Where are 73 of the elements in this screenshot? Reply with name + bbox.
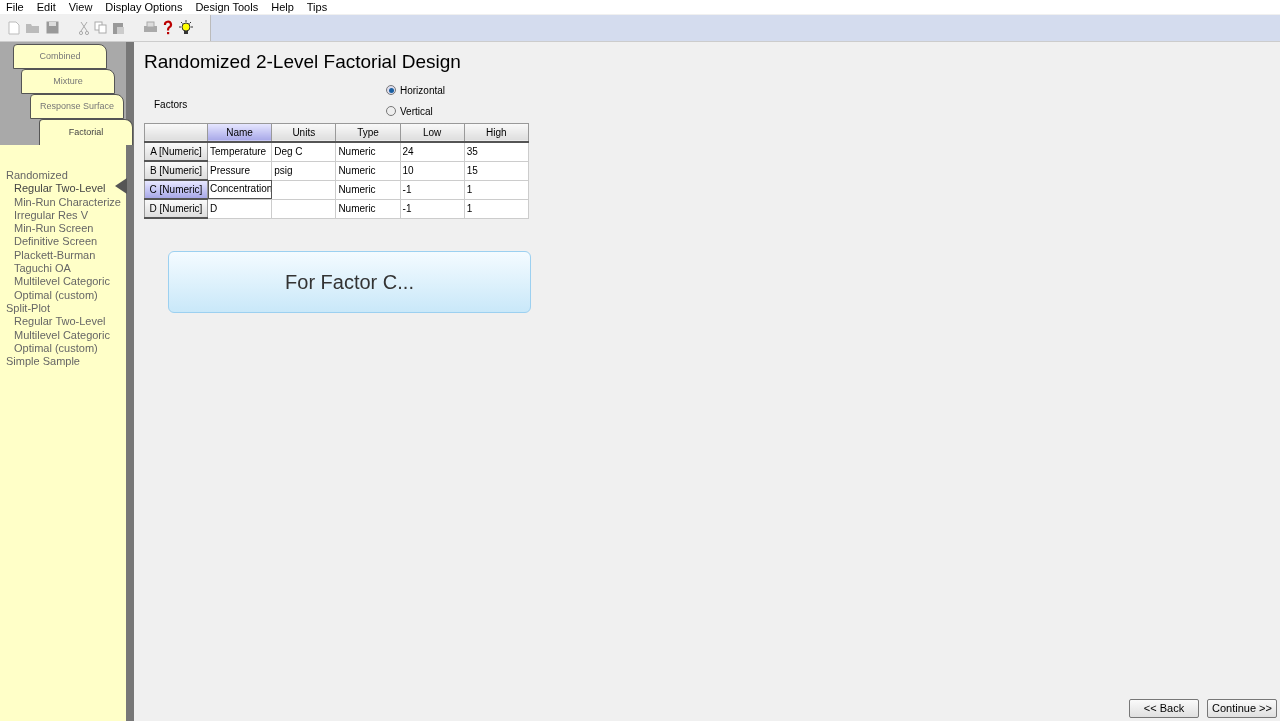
column-header[interactable]: Low	[400, 123, 465, 142]
tree-item[interactable]: Randomized	[0, 169, 126, 183]
table-cell: D	[207, 199, 272, 218]
sidebar-tab[interactable]: Factorial	[39, 119, 133, 145]
table-cell: 10	[400, 161, 465, 180]
tree-item[interactable]: Taguchi OA	[0, 262, 126, 276]
tree-item[interactable]: Min-Run Screen	[0, 222, 126, 236]
tree-item[interactable]: Regular Two-Level	[0, 182, 126, 196]
page-title: Randomized 2-Level Factorial Design	[144, 50, 462, 74]
sidebar-tab[interactable]: Mixture	[21, 69, 115, 94]
table-cell	[271, 180, 336, 199]
menu-item[interactable]: Tips	[306, 0, 328, 16]
column-header[interactable]: Name	[207, 123, 272, 142]
table-cell: Temperature	[207, 142, 272, 161]
table-cell: Pressure	[207, 161, 272, 180]
tree-item[interactable]: Simple Sample	[0, 355, 126, 369]
table-cell: Numeric	[335, 180, 401, 199]
tree-item[interactable]: Multilevel Categoric	[0, 275, 126, 289]
copy-icon[interactable]	[94, 21, 107, 34]
table-cell: 1	[464, 199, 529, 218]
radio-button[interactable]	[386, 106, 396, 116]
tree-item[interactable]: Regular Two-Level	[0, 315, 126, 329]
tree-item[interactable]: Min-Run Characterize	[0, 195, 126, 209]
text-input-field[interactable]: Concentration	[207, 180, 272, 199]
nav-button[interactable]: Continue >>	[1207, 699, 1277, 718]
sidebar-tab[interactable]: Response Surface	[30, 94, 124, 119]
radio-label: Vertical	[400, 104, 433, 119]
sidebar-tab[interactable]: Combined	[13, 44, 107, 69]
tree-item[interactable]: Plackett-Burman	[0, 248, 126, 263]
table-cell: -1	[400, 199, 465, 218]
table-cell	[271, 199, 336, 218]
table-cell: 24	[400, 142, 465, 161]
tree-item[interactable]: Multilevel Categoric	[0, 328, 126, 342]
help-icon[interactable]	[163, 20, 173, 35]
menu-item[interactable]: View	[68, 0, 93, 16]
scissors-icon[interactable]	[79, 20, 89, 35]
radio-option[interactable]: Horizontal	[386, 82, 446, 98]
column-header[interactable]: Units	[271, 123, 336, 142]
menu-item[interactable]: Display Options	[105, 0, 183, 16]
nav-button[interactable]: << Back	[1129, 699, 1199, 718]
table-cell: Numeric	[335, 161, 401, 180]
radio-label: Horizontal	[400, 83, 446, 98]
printer-icon[interactable]	[143, 21, 158, 34]
table-cell: 35	[464, 142, 529, 161]
table-cell: -1	[400, 180, 465, 199]
radio-button[interactable]	[386, 85, 396, 95]
save-icon[interactable]	[46, 21, 59, 34]
table-corner	[144, 123, 208, 142]
lightbulb-icon[interactable]	[178, 19, 194, 36]
clipboard-icon[interactable]	[112, 20, 125, 35]
table-cell: psig	[271, 161, 336, 180]
column-header[interactable]: Type	[335, 123, 401, 142]
table-cell: Numeric	[335, 199, 401, 218]
folder-icon[interactable]	[25, 21, 41, 34]
selection-pointer-icon	[115, 178, 127, 195]
tree-item[interactable]: Optimal (custom)	[0, 288, 126, 302]
tree-item[interactable]: Split-Plot	[0, 301, 126, 316]
menu-item[interactable]: File	[6, 0, 24, 16]
table-cell: Deg C	[271, 142, 336, 161]
table-cell: 1	[464, 180, 529, 199]
menu-item[interactable]: Design Tools	[195, 0, 259, 16]
column-header[interactable]: High	[464, 123, 529, 142]
new-document-icon[interactable]	[8, 20, 20, 35]
tree-item[interactable]: Definitive Screen	[0, 235, 126, 249]
radio-option[interactable]: Vertical	[386, 103, 446, 119]
tree-item[interactable]: Irregular Res V	[0, 208, 126, 223]
table-cell: Numeric	[335, 142, 401, 161]
factors-label: Factors	[154, 97, 189, 112]
menu-item[interactable]: Help	[271, 0, 294, 16]
menu-item[interactable]: Edit	[36, 0, 56, 16]
table-cell: 15	[464, 161, 529, 180]
tree-item[interactable]: Optimal (custom)	[0, 341, 126, 356]
hint-banner: For Factor C...	[168, 251, 531, 313]
